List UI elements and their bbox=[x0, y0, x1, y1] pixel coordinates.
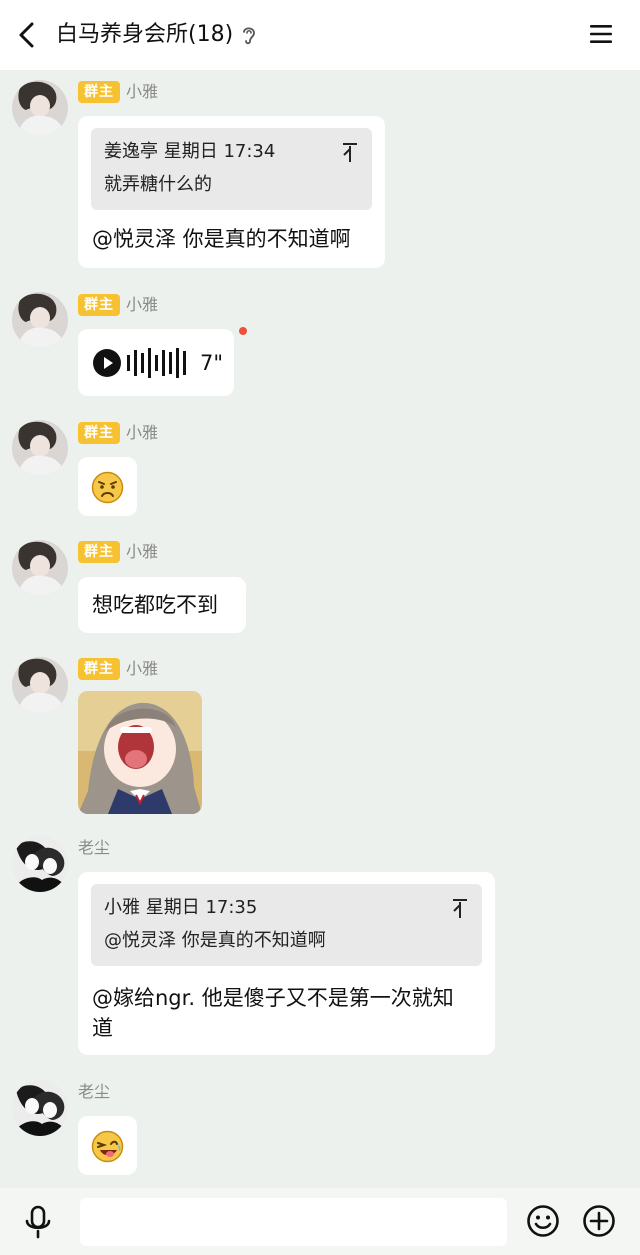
voice-duration: 7" bbox=[200, 351, 224, 375]
smiley-icon[interactable] bbox=[526, 1204, 560, 1238]
sender-name: 小雅 bbox=[126, 542, 159, 561]
quote-author-time: 小雅 星期日 17:35 bbox=[104, 897, 258, 918]
quote-author-time: 姜逸亭 星期日 17:34 bbox=[104, 141, 276, 162]
quote-text: @悦灵泽 你是真的不知道啊 bbox=[104, 930, 326, 951]
unread-dot bbox=[239, 327, 247, 335]
sender-name: 小雅 bbox=[126, 295, 159, 314]
message-text: 想吃都吃不到 bbox=[92, 593, 218, 617]
input-bar bbox=[0, 1188, 640, 1255]
quoted-message[interactable]: 姜逸亭 星期日 17:34 就弄糖什么的 bbox=[91, 128, 372, 210]
owner-badge: 群主 bbox=[78, 541, 120, 563]
plus-circle-icon[interactable] bbox=[582, 1204, 616, 1238]
voice-message-bubble[interactable]: 7" bbox=[78, 329, 234, 396]
avatar[interactable] bbox=[12, 420, 68, 476]
message-bubble[interactable]: 姜逸亭 星期日 17:34 就弄糖什么的 @悦灵泽 你是真的不知道啊 bbox=[78, 116, 385, 268]
avatar[interactable] bbox=[12, 1080, 68, 1136]
avatar[interactable] bbox=[12, 657, 68, 713]
message-input[interactable] bbox=[80, 1198, 507, 1246]
menu-icon[interactable] bbox=[588, 22, 614, 46]
sender-name: 小雅 bbox=[126, 659, 159, 678]
sender-name: 老尘 bbox=[78, 1082, 111, 1101]
avatar[interactable] bbox=[12, 292, 68, 348]
back-chevron-icon[interactable] bbox=[14, 20, 42, 50]
voice-waveform-icon bbox=[127, 348, 186, 378]
avatar[interactable] bbox=[12, 540, 68, 596]
owner-badge: 群主 bbox=[78, 422, 120, 444]
pin-icon[interactable] bbox=[450, 896, 470, 920]
message-bubble[interactable] bbox=[78, 1116, 137, 1175]
chat-header: 白马养身会所(18) bbox=[0, 0, 640, 70]
sender-name: 小雅 bbox=[126, 423, 159, 442]
sender-name: 小雅 bbox=[126, 82, 159, 101]
owner-badge: 群主 bbox=[78, 658, 120, 680]
sender-name: 老尘 bbox=[78, 838, 111, 857]
message-bubble[interactable]: 小雅 星期日 17:35 @悦灵泽 你是真的不知道啊 @嫁给ngr. 他是傻子又… bbox=[78, 872, 495, 1055]
owner-badge: 群主 bbox=[78, 81, 120, 103]
message-bubble[interactable] bbox=[78, 457, 137, 516]
message-text: @悦灵泽 你是真的不知道啊 bbox=[92, 227, 351, 251]
ear-icon bbox=[243, 27, 255, 45]
quote-text: 就弄糖什么的 bbox=[104, 174, 212, 195]
sticker-image[interactable] bbox=[78, 691, 202, 814]
pin-icon[interactable] bbox=[340, 140, 360, 164]
play-icon[interactable] bbox=[92, 348, 122, 378]
laughing-tongue-emoji-icon bbox=[91, 1130, 124, 1163]
quoted-message[interactable]: 小雅 星期日 17:35 @悦灵泽 你是真的不知道啊 bbox=[91, 884, 482, 966]
message-text-line: 道 bbox=[92, 1016, 113, 1040]
chat-title: 白马养身会所(18) bbox=[56, 22, 234, 47]
sad-face-emoji-icon bbox=[91, 471, 124, 504]
owner-badge: 群主 bbox=[78, 294, 120, 316]
message-text: @嫁给ngr. 他是傻子又不是第一次就知 道 bbox=[92, 983, 454, 1043]
message-bubble[interactable]: 想吃都吃不到 bbox=[78, 577, 246, 633]
message-text-line: @嫁给ngr. 他是傻子又不是第一次就知 bbox=[92, 986, 454, 1010]
microphone-icon[interactable] bbox=[22, 1204, 54, 1240]
avatar[interactable] bbox=[12, 80, 68, 136]
avatar[interactable] bbox=[12, 836, 68, 892]
